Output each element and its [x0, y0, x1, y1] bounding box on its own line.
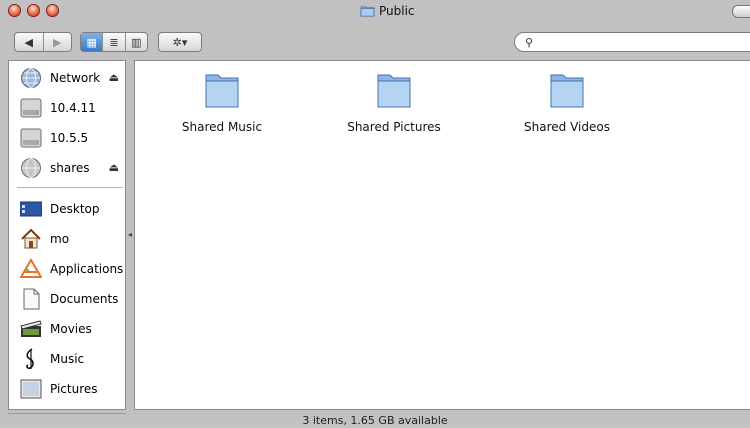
- sidebar-item-label: 10.4.11: [50, 101, 96, 115]
- sidebar-item-label: shares: [50, 161, 90, 175]
- network-share-icon: [21, 158, 41, 178]
- eject-icon[interactable]: ⏏: [109, 161, 119, 174]
- sidebar-item-label: mo: [50, 232, 70, 246]
- search-icon: ⚲: [525, 36, 534, 49]
- sidebar-item-label: Pictures: [50, 382, 98, 396]
- zoom-button[interactable]: [46, 4, 59, 17]
- title-bar[interactable]: Public: [0, 0, 750, 26]
- sidebar-item-label: 10.5.5: [50, 131, 89, 145]
- file-browser-content: Shared Music Shared Pictures Shared Vide…: [134, 60, 750, 410]
- sidebar-item-desktop[interactable]: Desktop: [9, 194, 125, 224]
- hard-drive-icon: [20, 128, 42, 148]
- back-arrow-icon: ◀: [24, 35, 33, 49]
- eject-icon[interactable]: ⏏: [109, 71, 119, 84]
- back-forward-control: ◀ ▶: [14, 32, 72, 52]
- sidebar-item-shares[interactable]: shares ⏏: [9, 153, 125, 183]
- forward-arrow-icon: ▶: [53, 35, 62, 49]
- forward-button[interactable]: ▶: [44, 33, 72, 51]
- sidebar: Network ⏏ 10.4.11 10.5.5 shares ⏏ Deskto…: [8, 60, 126, 410]
- file-item-shared-videos[interactable]: Shared Videos: [492, 69, 642, 134]
- music-icon: [26, 348, 34, 369]
- column-view-icon: ▥: [131, 35, 142, 49]
- movies-icon: [20, 320, 42, 337]
- sidebar-item-label: Movies: [50, 322, 92, 336]
- view-mode-control: ▦ ≣ ▥: [80, 32, 148, 52]
- toolbar-toggle-button[interactable]: [732, 5, 750, 18]
- window-title: Public: [360, 3, 415, 19]
- folder-icon: [205, 74, 239, 108]
- file-item-shared-music[interactable]: Shared Music: [147, 69, 297, 134]
- column-view-button[interactable]: ▥: [126, 33, 147, 51]
- sidebar-item-network[interactable]: Network ⏏: [9, 63, 125, 93]
- sidebar-item-drive-10-5-5[interactable]: 10.5.5: [9, 123, 125, 153]
- minimize-button[interactable]: [27, 4, 40, 17]
- sidebar-item-documents[interactable]: Documents: [9, 284, 125, 314]
- sidebar-item-label: Desktop: [50, 202, 100, 216]
- sidebar-item-music[interactable]: Music: [9, 344, 125, 374]
- file-name: Shared Videos: [524, 120, 610, 134]
- list-view-button[interactable]: ≣: [103, 33, 126, 51]
- sidebar-resize-handle[interactable]: ◂: [128, 230, 132, 239]
- sidebar-item-label: Music: [50, 352, 85, 366]
- hard-drive-icon: [20, 98, 42, 118]
- file-item-shared-pictures[interactable]: Shared Pictures: [319, 69, 469, 134]
- documents-icon: [23, 288, 40, 310]
- finder-window: Public ◀ ▶ ▦ ≣ ▥ ✲▾ ⚲ Network ⏏ 10.4.11 …: [0, 0, 750, 428]
- action-menu-button[interactable]: ✲▾: [158, 32, 202, 52]
- folder-icon: [550, 74, 584, 108]
- folder-icon: [377, 74, 411, 108]
- sidebar-item-applications[interactable]: Applications: [9, 254, 125, 284]
- folder-icon: [360, 6, 375, 17]
- icon-view-button[interactable]: ▦: [81, 33, 104, 51]
- file-name: Shared Music: [181, 120, 263, 134]
- sidebar-item-movies[interactable]: Movies: [9, 314, 125, 344]
- search-input[interactable]: [541, 35, 745, 51]
- sidebar-item-pictures[interactable]: Pictures: [9, 374, 125, 404]
- sidebar-item-label: Applications: [50, 262, 124, 276]
- applications-icon: [20, 258, 42, 278]
- close-button[interactable]: [8, 4, 21, 17]
- window-title-text: Public: [379, 4, 415, 18]
- sidebar-divider: [17, 187, 123, 188]
- gear-icon: ✲▾: [172, 35, 188, 49]
- sidebar-item-label: Network: [50, 71, 101, 85]
- search-field[interactable]: ⚲: [514, 32, 750, 52]
- file-name: Shared Pictures: [347, 120, 441, 134]
- sidebar-item-drive-10-4-11[interactable]: 10.4.11: [9, 93, 125, 123]
- list-view-icon: ≣: [109, 35, 119, 49]
- status-bar: 3 items, 1.65 GB available: [0, 412, 750, 428]
- icon-view-icon: ▦: [86, 35, 97, 49]
- pictures-icon: [20, 379, 42, 399]
- back-button[interactable]: ◀: [15, 33, 44, 51]
- home-icon: [21, 228, 41, 249]
- desktop-icon: [20, 201, 42, 217]
- network-globe-icon: [21, 68, 41, 88]
- sidebar-item-home[interactable]: mo: [9, 224, 125, 254]
- status-text: 3 items, 1.65 GB available: [302, 413, 448, 427]
- sidebar-item-label: Documents: [50, 292, 119, 306]
